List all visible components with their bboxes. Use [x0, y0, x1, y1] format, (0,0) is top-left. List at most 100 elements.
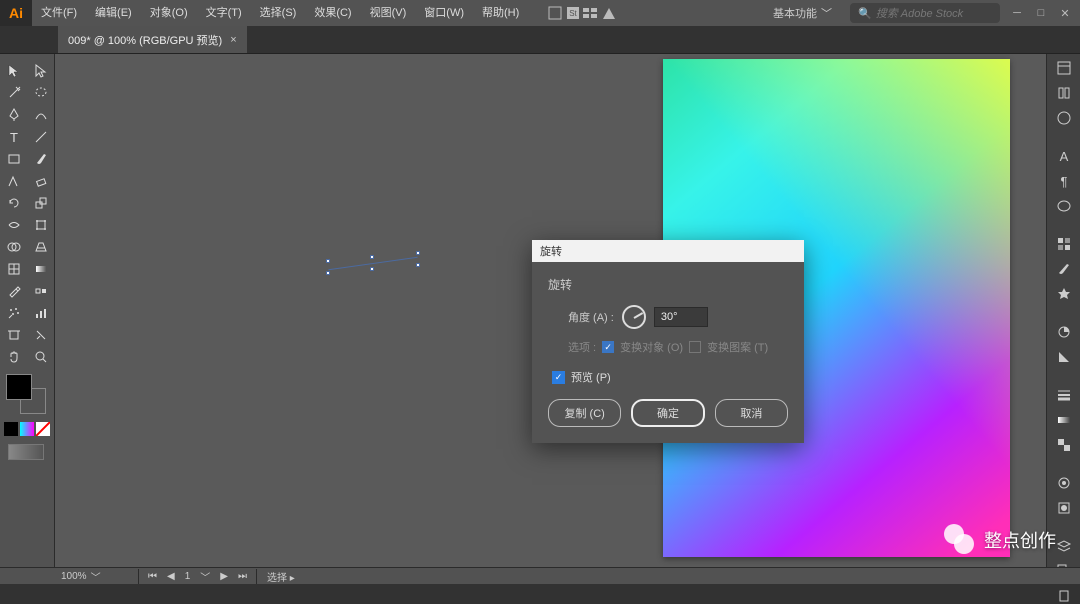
pen-tool[interactable] — [0, 104, 27, 126]
zoom-level[interactable]: 100% ﹀ — [55, 569, 139, 584]
canvas[interactable]: 旋转 旋转 角度 (A) : 选项 : 变换对象 (O) 变换图案 (T) 预览… — [55, 54, 1046, 567]
rectangle-tool[interactable] — [0, 148, 27, 170]
menu-file[interactable]: 文件(F) — [32, 0, 86, 26]
workspace-switcher[interactable]: 基本功能 ﹀ — [765, 3, 840, 23]
color-mode-row — [0, 420, 54, 438]
curvature-tool[interactable] — [27, 104, 54, 126]
transform-patterns-checkbox[interactable] — [689, 341, 701, 353]
preview-checkbox[interactable] — [552, 371, 565, 384]
document-tab[interactable]: 009* @ 100% (RGB/GPU 预览) × — [58, 26, 247, 53]
angle-label: 角度 (A) : — [568, 309, 614, 325]
symbols-panel-icon[interactable] — [1054, 286, 1074, 302]
swatches-panel-icon[interactable] — [1054, 236, 1074, 252]
share-icon[interactable] — [546, 4, 564, 22]
shape-builder-tool[interactable] — [0, 236, 27, 258]
graph-tool[interactable] — [27, 302, 54, 324]
stroke-panel-icon[interactable] — [1054, 387, 1074, 403]
dialog-titlebar[interactable]: 旋转 — [532, 240, 804, 262]
none-mini[interactable] — [36, 422, 50, 436]
blend-tool[interactable] — [27, 280, 54, 302]
color-panel-icon[interactable] — [1054, 324, 1074, 340]
layers-panel-icon[interactable] — [1054, 538, 1074, 554]
menu-select[interactable]: 选择(S) — [251, 0, 306, 26]
document-tabs: 009* @ 100% (RGB/GPU 预览) × — [0, 26, 1080, 54]
brushes-panel-icon[interactable] — [1054, 261, 1074, 277]
angle-input[interactable] — [654, 307, 708, 327]
nav-page: 1 — [182, 571, 194, 582]
options-label: 选项 : — [568, 339, 596, 355]
properties-panel-icon[interactable] — [1054, 60, 1074, 76]
menu-object[interactable]: 对象(O) — [141, 0, 197, 26]
nav-prev-icon[interactable]: ◀ — [164, 571, 178, 582]
transparency-panel-icon[interactable] — [1054, 437, 1074, 453]
fill-stroke-swatch[interactable] — [4, 374, 50, 414]
paintbrush-tool[interactable] — [27, 148, 54, 170]
cloud-panel-icon[interactable] — [1054, 110, 1074, 126]
menu-effect[interactable]: 效果(C) — [305, 0, 360, 26]
artboard-nav[interactable]: ⏮ ◀ 1 ﹀ ▶ ⏭ — [139, 569, 257, 584]
chevron-down-icon[interactable]: ﹀ — [197, 569, 213, 584]
status-selection[interactable]: 选择 ▸ — [257, 569, 305, 584]
minimize-button[interactable]: ─ — [1010, 6, 1024, 20]
direct-selection-tool[interactable] — [27, 60, 54, 82]
paragraph-panel-icon[interactable]: ¶ — [1054, 173, 1074, 189]
lasso-tool[interactable] — [27, 82, 54, 104]
menu-help[interactable]: 帮助(H) — [473, 0, 528, 26]
cancel-button[interactable]: 取消 — [715, 399, 788, 427]
libraries-panel-icon[interactable] — [1054, 85, 1074, 101]
line-tool[interactable] — [27, 126, 54, 148]
rotate-tool[interactable] — [0, 192, 27, 214]
character-panel-icon[interactable]: A — [1054, 148, 1074, 164]
maximize-button[interactable]: □ — [1034, 6, 1048, 20]
transform-objects-checkbox[interactable] — [602, 341, 614, 353]
app-logo: Ai — [0, 0, 32, 26]
tab-close-icon[interactable]: × — [230, 34, 236, 46]
draw-mode[interactable] — [8, 444, 44, 460]
shaper-tool[interactable] — [0, 170, 27, 192]
color-guide-panel-icon[interactable] — [1054, 349, 1074, 365]
menu-view[interactable]: 视图(V) — [361, 0, 416, 26]
hand-tool[interactable] — [0, 346, 27, 368]
copy-button[interactable]: 复制 (C) — [548, 399, 621, 427]
slice-tool[interactable] — [27, 324, 54, 346]
search-icon: 🔍 — [858, 7, 872, 20]
selection-tool[interactable] — [0, 60, 27, 82]
perspective-tool[interactable] — [27, 236, 54, 258]
nav-next-icon[interactable]: ▶ — [217, 571, 231, 582]
eraser-tool[interactable] — [27, 170, 54, 192]
angle-dial[interactable] — [622, 305, 646, 329]
nav-first-icon[interactable]: ⏮ — [145, 571, 160, 582]
scale-tool[interactable] — [27, 192, 54, 214]
free-transform-tool[interactable] — [27, 214, 54, 236]
graphic-styles-panel-icon[interactable] — [1054, 500, 1074, 516]
selected-object[interactable] — [328, 249, 418, 277]
gradient-mini[interactable] — [20, 422, 34, 436]
menu-type[interactable]: 文字(T) — [197, 0, 251, 26]
opentype-panel-icon[interactable] — [1054, 198, 1074, 214]
mesh-tool[interactable] — [0, 258, 27, 280]
workspace-label: 基本功能 — [773, 5, 817, 21]
menu-window[interactable]: 窗口(W) — [415, 0, 473, 26]
zoom-tool[interactable] — [27, 346, 54, 368]
appearance-panel-icon[interactable] — [1054, 475, 1074, 491]
gradient-tool[interactable] — [27, 258, 54, 280]
color-mini[interactable] — [4, 422, 18, 436]
arrange-icon[interactable] — [582, 4, 600, 22]
symbol-sprayer-tool[interactable] — [0, 302, 27, 324]
magic-wand-tool[interactable] — [0, 82, 27, 104]
type-tool[interactable]: T — [0, 126, 27, 148]
menu-edit[interactable]: 编辑(E) — [86, 0, 141, 26]
artboards-panel-icon[interactable] — [1054, 588, 1074, 604]
artboard-tool[interactable] — [0, 324, 27, 346]
eyedropper-tool[interactable] — [0, 280, 27, 302]
toolbox: T — [0, 54, 55, 567]
nav-last-icon[interactable]: ⏭ — [235, 571, 250, 582]
gpu-icon[interactable] — [600, 4, 618, 22]
gradient-panel-icon[interactable] — [1054, 412, 1074, 428]
search-stock[interactable]: 🔍 搜索 Adobe Stock — [850, 3, 1000, 23]
stock-icon[interactable]: St — [564, 4, 582, 22]
close-window-button[interactable]: ✕ — [1058, 6, 1072, 20]
ok-button[interactable]: 确定 — [631, 399, 704, 427]
width-tool[interactable] — [0, 214, 27, 236]
chevron-down-icon: ﹀ — [821, 5, 832, 21]
